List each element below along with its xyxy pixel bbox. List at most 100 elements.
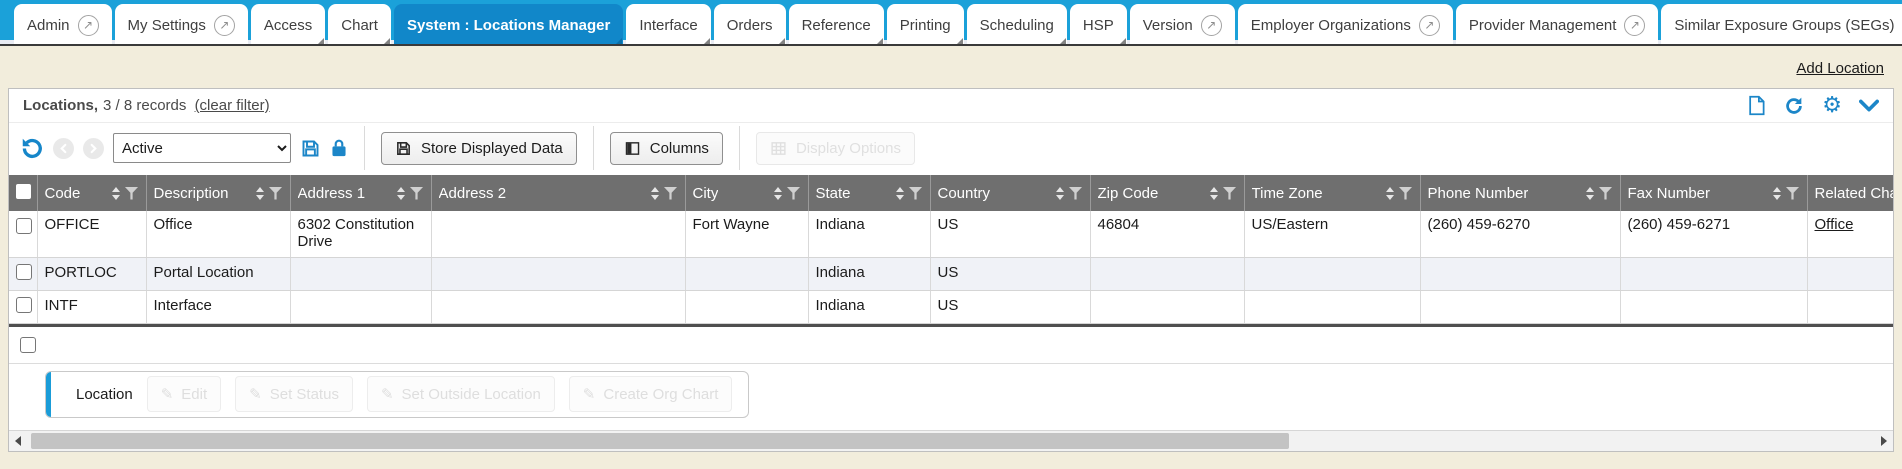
status-filter-select[interactable]: Active <box>113 133 291 163</box>
filter-icon[interactable] <box>1786 187 1800 200</box>
chevron-down-icon[interactable] <box>1859 99 1879 113</box>
sort-icon[interactable] <box>896 187 904 200</box>
toolbar: Active Store Displayed Data Columns Disp… <box>9 123 1893 173</box>
filter-icon[interactable] <box>1069 187 1083 200</box>
select-all-header[interactable] <box>9 175 37 211</box>
sort-icon[interactable] <box>651 187 659 200</box>
column-header-code[interactable]: Code <box>37 175 146 211</box>
pencil-icon: ✎ <box>583 385 596 403</box>
cell <box>290 257 431 290</box>
gear-icon[interactable]: ⚙ <box>1822 96 1842 116</box>
external-link-icon: ↗ <box>78 15 99 36</box>
column-header-related-cha[interactable]: Related Cha <box>1807 175 1893 211</box>
display-options-button[interactable]: Display Options <box>756 132 915 165</box>
set-outside-location-button[interactable]: ✎Set Outside Location <box>367 376 555 412</box>
column-header-state[interactable]: State <box>808 175 930 211</box>
column-header-address-2[interactable]: Address 2 <box>431 175 685 211</box>
filter-icon[interactable] <box>909 187 923 200</box>
select-all-checkbox[interactable] <box>16 184 31 199</box>
column-header-fax-number[interactable]: Fax Number <box>1620 175 1807 211</box>
scroll-left-arrow[interactable] <box>15 436 21 446</box>
related-chart-link[interactable]: Office <box>1815 216 1854 233</box>
cell: 46804 <box>1090 211 1244 257</box>
column-header-zip-code[interactable]: Zip Code <box>1090 175 1244 211</box>
sort-icon[interactable] <box>1773 187 1781 200</box>
sort-icon[interactable] <box>1586 187 1594 200</box>
cell: INTF <box>37 290 146 323</box>
sort-icon[interactable] <box>1386 187 1394 200</box>
footer-checkbox[interactable] <box>20 337 36 353</box>
pencil-icon: ✎ <box>161 385 174 403</box>
tab-printing[interactable]: Printing <box>887 4 964 46</box>
sort-icon[interactable] <box>1056 187 1064 200</box>
tab-reference[interactable]: Reference <box>789 4 884 46</box>
store-displayed-data-button[interactable]: Store Displayed Data <box>381 132 577 165</box>
column-header-address-1[interactable]: Address 1 <box>290 175 431 211</box>
next-icon[interactable] <box>83 138 104 159</box>
create-org-chart-button[interactable]: ✎Create Org Chart <box>569 376 733 412</box>
filter-icon[interactable] <box>1399 187 1413 200</box>
column-label: Address 2 <box>439 185 507 202</box>
filter-icon[interactable] <box>125 187 139 200</box>
cell: Portal Location <box>146 257 290 290</box>
column-header-city[interactable]: City <box>685 175 808 211</box>
sort-icon[interactable] <box>774 187 782 200</box>
sort-icon[interactable] <box>256 187 264 200</box>
table-row: OFFICEOffice6302 Constitution DriveFort … <box>9 211 1893 257</box>
filter-icon[interactable] <box>787 187 801 200</box>
clear-filter-link[interactable]: (clear filter) <box>195 97 270 114</box>
set-status-button[interactable]: ✎Set Status <box>235 376 353 412</box>
tab-orders[interactable]: Orders <box>714 4 786 46</box>
prev-icon[interactable] <box>53 138 74 159</box>
tab-version[interactable]: Version↗ <box>1130 4 1235 46</box>
tab-hsp[interactable]: HSP <box>1070 4 1127 46</box>
tab-system-locations-manager[interactable]: System : Locations Manager <box>394 4 623 46</box>
horizontal-scrollbar[interactable] <box>9 430 1893 451</box>
add-location-link[interactable]: Add Location <box>1796 60 1884 77</box>
row-checkbox[interactable] <box>16 297 32 313</box>
tab-admin[interactable]: Admin ↗ <box>14 4 112 46</box>
undo-icon[interactable] <box>19 136 44 161</box>
column-header-phone-number[interactable]: Phone Number <box>1420 175 1620 211</box>
edit-button[interactable]: ✎Edit <box>147 376 221 412</box>
tab-provider-management[interactable]: Provider Management↗ <box>1456 4 1659 46</box>
row-checkbox[interactable] <box>16 264 32 280</box>
tab-interface[interactable]: Interface <box>626 4 710 46</box>
tab-label: Admin <box>27 17 70 34</box>
new-document-icon[interactable] <box>1747 95 1766 116</box>
tab-employer-organizations[interactable]: Employer Organizations↗ <box>1238 4 1453 46</box>
cell <box>1244 290 1420 323</box>
cell <box>1090 257 1244 290</box>
column-header-country[interactable]: Country <box>930 175 1090 211</box>
scrollbar-thumb[interactable] <box>31 433 1289 449</box>
column-header-time-zone[interactable]: Time Zone <box>1244 175 1420 211</box>
refresh-icon[interactable] <box>1783 95 1805 117</box>
columns-button[interactable]: Columns <box>610 132 723 165</box>
cell: Office <box>1807 211 1893 257</box>
row-checkbox[interactable] <box>16 218 32 234</box>
column-label: Description <box>154 185 229 202</box>
save-icon[interactable] <box>300 138 321 159</box>
cell <box>1620 290 1807 323</box>
filter-icon[interactable] <box>410 187 424 200</box>
toolbar-separator <box>364 126 365 170</box>
tab-chart[interactable]: Chart <box>328 4 391 46</box>
filter-icon[interactable] <box>269 187 283 200</box>
column-label: Phone Number <box>1428 185 1529 202</box>
sort-icon[interactable] <box>397 187 405 200</box>
sort-icon[interactable] <box>1210 187 1218 200</box>
cell <box>290 290 431 323</box>
locations-panel: Locations,3 / 8 records (clear filter) ⚙ <box>8 88 1894 452</box>
lock-icon[interactable] <box>330 138 348 158</box>
tab-similar-exposure-groups-segs[interactable]: Similar Exposure Groups (SEGs)↗ <box>1661 4 1902 46</box>
column-header-description[interactable]: Description <box>146 175 290 211</box>
filter-icon[interactable] <box>1223 187 1237 200</box>
sort-icon[interactable] <box>112 187 120 200</box>
tab-label: HSP <box>1083 17 1114 34</box>
filter-icon[interactable] <box>664 187 678 200</box>
tab-access[interactable]: Access <box>251 4 325 46</box>
filter-icon[interactable] <box>1599 187 1613 200</box>
tab-scheduling[interactable]: Scheduling <box>967 4 1067 46</box>
scroll-right-arrow[interactable] <box>1881 436 1887 446</box>
tab-my-settings[interactable]: My Settings↗ <box>115 4 248 46</box>
